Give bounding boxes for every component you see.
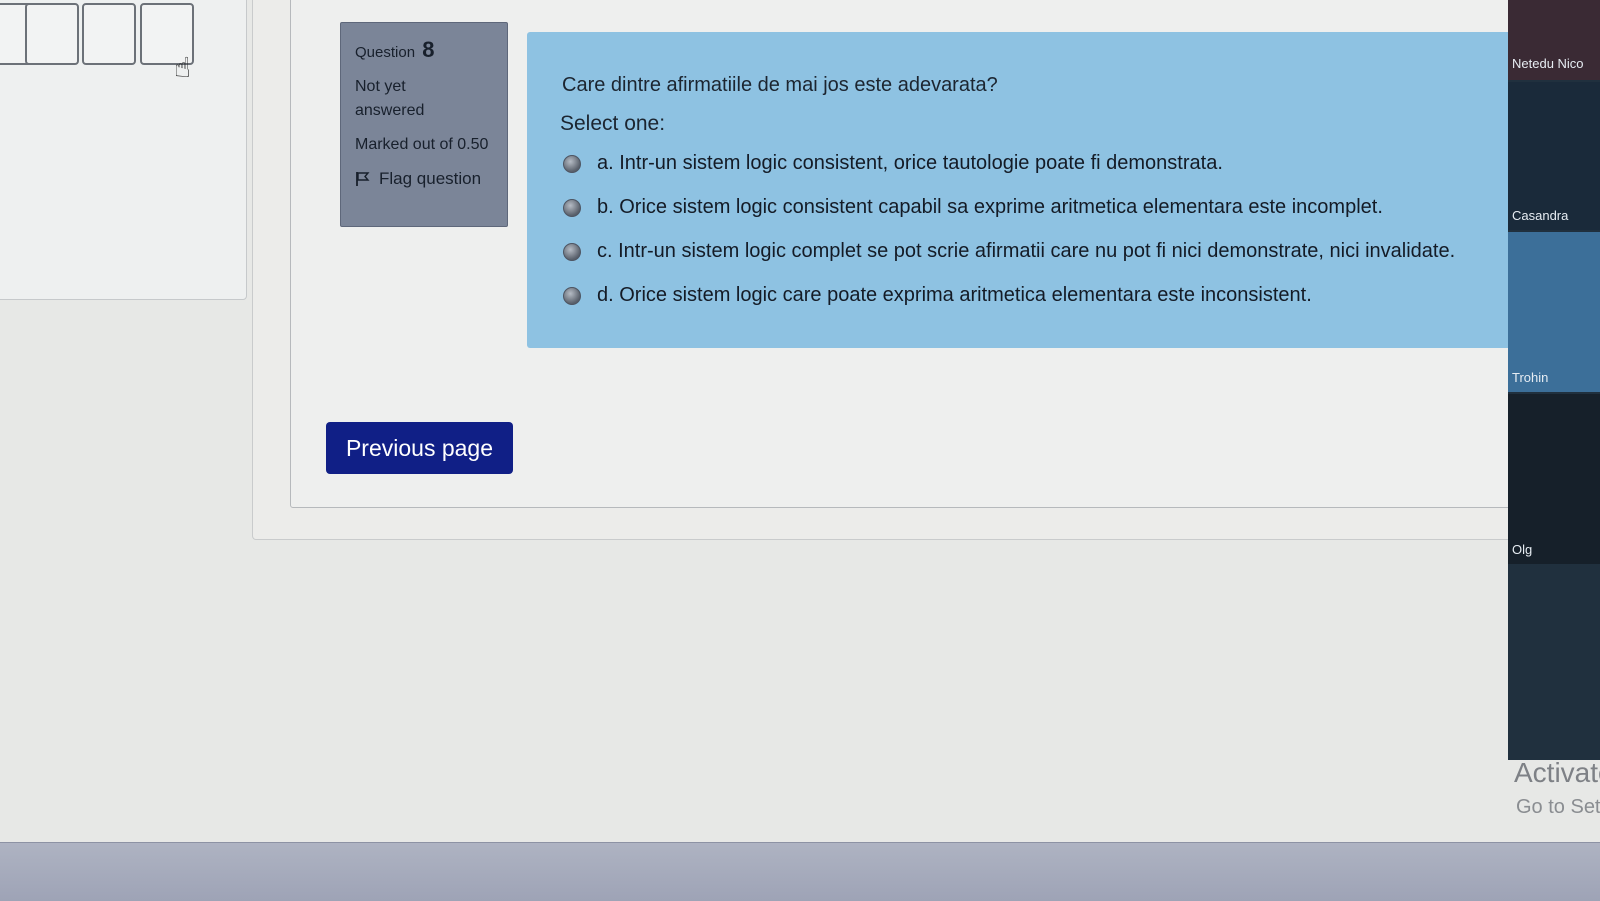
- answer-option-c[interactable]: c. Intr-un sistem logic complet se pot s…: [563, 240, 1455, 263]
- quiz-navigation-block: [0, 0, 247, 300]
- participant-name: Casandra: [1512, 208, 1569, 223]
- activation-watermark-subtitle: Go to Sett: [1516, 796, 1600, 818]
- answer-label: d. Orice sistem logic care poate exprima…: [597, 284, 1312, 306]
- answer-option-b[interactable]: b. Orice sistem logic consistent capabil…: [563, 196, 1383, 219]
- radio-button[interactable]: [563, 198, 581, 217]
- question-state: Not yet answered: [355, 78, 425, 119]
- participant-tile[interactable]: Olg: [1508, 394, 1600, 564]
- flag-icon: [356, 172, 370, 186]
- select-one-prompt: Select one:: [560, 112, 666, 135]
- radio-button[interactable]: [563, 154, 581, 173]
- participant-name: Netedu Nico: [1512, 56, 1584, 71]
- question-nav-button[interactable]: [25, 3, 79, 65]
- radio-button[interactable]: [563, 286, 581, 305]
- question-grade: Marked out of 0.50: [355, 136, 489, 153]
- screen-bezel: [0, 842, 1600, 901]
- participant-tile[interactable]: Netedu Nico: [1508, 0, 1600, 80]
- participant-name: Olg: [1512, 542, 1533, 557]
- activation-watermark-title: Activate: [1514, 757, 1600, 788]
- question-number-value: 8: [422, 37, 435, 62]
- question-number: Question 8: [355, 37, 497, 63]
- flag-question-label: Flag question: [379, 169, 482, 188]
- participant-name: Trohin: [1512, 370, 1549, 385]
- answer-label: c. Intr-un sistem logic complet se pot s…: [597, 240, 1456, 262]
- answer-option-d[interactable]: d. Orice sistem logic care poate exprima…: [563, 284, 1312, 307]
- answer-label: a. Intr-un sistem logic consistent, oric…: [597, 152, 1223, 174]
- participant-tile[interactable]: Casandra: [1508, 82, 1600, 230]
- answer-option-a[interactable]: a. Intr-un sistem logic consistent, oric…: [563, 152, 1223, 175]
- question-text: Care dintre afirmatiile de mai jos este …: [562, 74, 998, 96]
- flag-question-link[interactable]: Flag question: [355, 169, 497, 189]
- video-participants-strip: Netedu Nico Casandra Trohin Olg: [1508, 0, 1600, 760]
- question-info-box: Question 8 Not yet answered Marked out o…: [340, 22, 508, 227]
- question-content-box: Care dintre afirmatiile de mai jos este …: [527, 32, 1527, 348]
- question-label: Question: [355, 44, 416, 61]
- hand-cursor-icon: ☝: [174, 52, 192, 83]
- answer-label: b. Orice sistem logic consistent capabil…: [597, 196, 1383, 218]
- radio-button[interactable]: [563, 242, 581, 261]
- question-nav-button[interactable]: [82, 3, 136, 65]
- participant-tile[interactable]: Trohin: [1508, 232, 1600, 392]
- previous-page-button[interactable]: Previous page: [326, 422, 513, 474]
